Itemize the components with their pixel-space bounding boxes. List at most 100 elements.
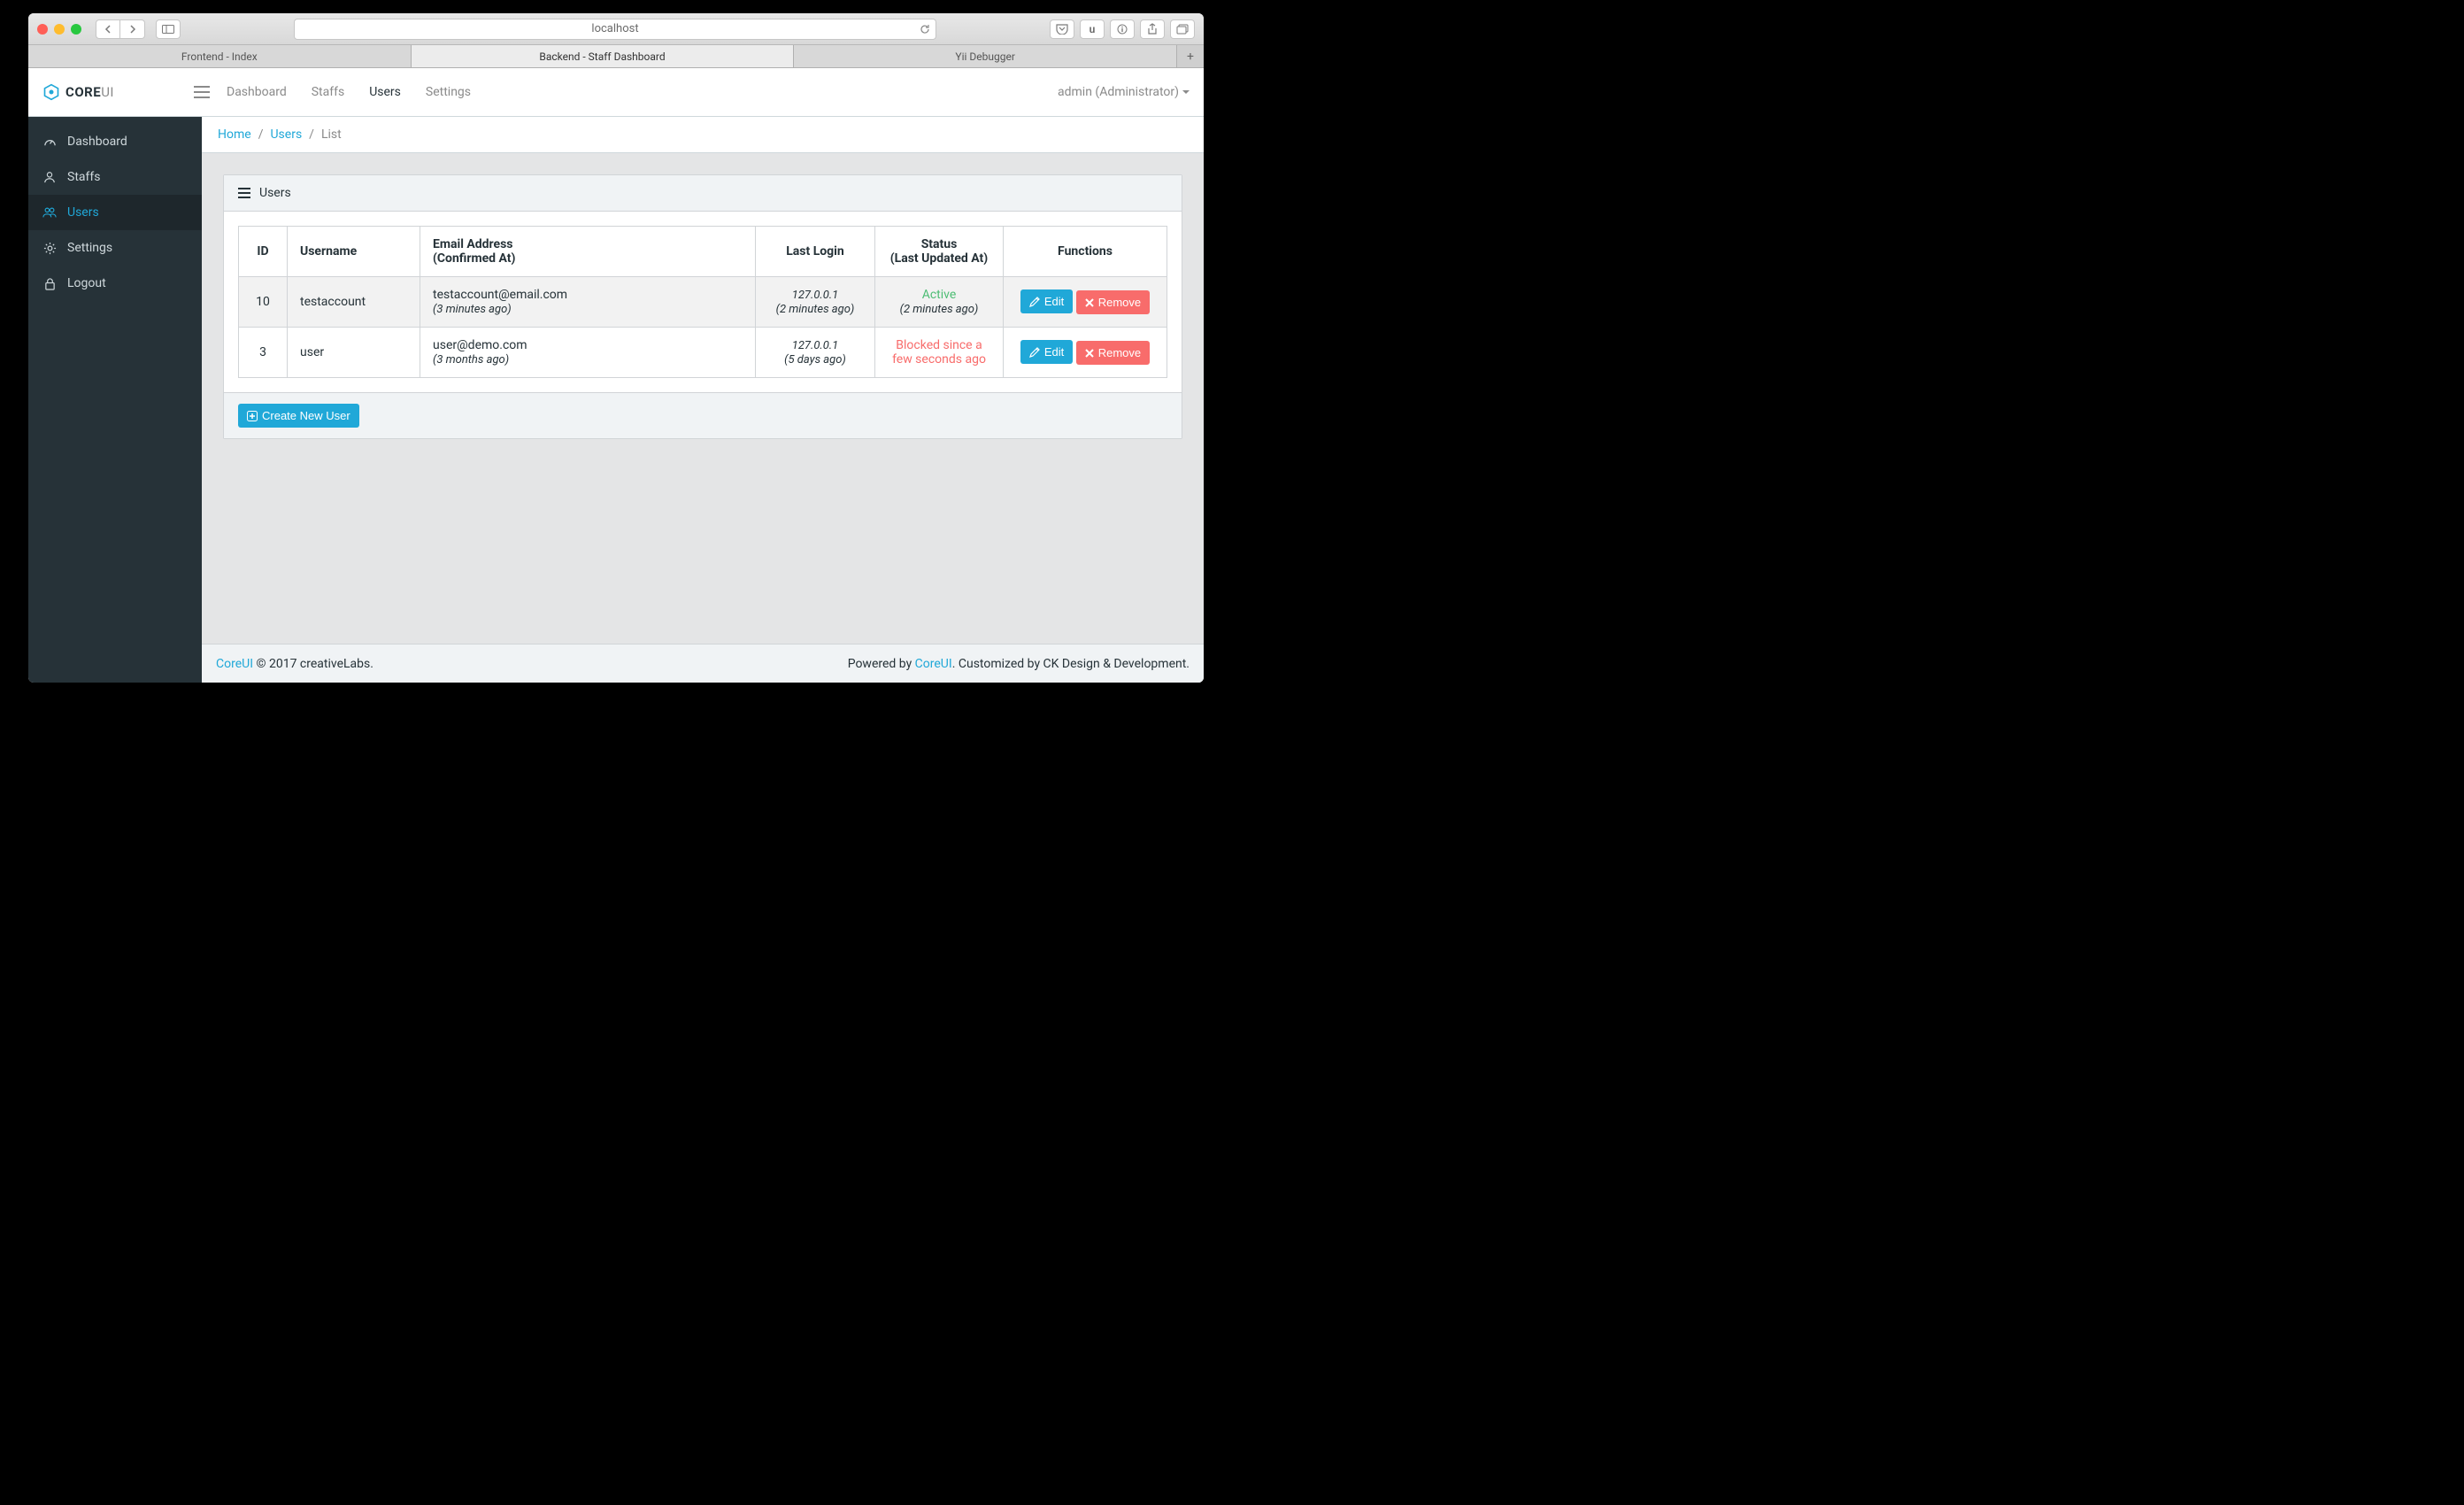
app-header: COREUI Dashboard Staffs Users Settings a… xyxy=(28,68,1204,117)
sidebar-item-staffs[interactable]: Staffs xyxy=(28,159,202,195)
breadcrumb: Home / Users / List xyxy=(202,117,1204,153)
cell-last-login: 127.0.0.1(2 minutes ago) xyxy=(756,277,875,328)
sidebar-item-users[interactable]: Users xyxy=(28,195,202,230)
refresh-icon[interactable] xyxy=(920,24,930,35)
edit-button[interactable]: Edit xyxy=(1020,289,1073,313)
cell-username: testaccount xyxy=(288,277,420,328)
top-nav: Dashboard Staffs Users Settings xyxy=(227,85,471,99)
new-tab-button[interactable]: + xyxy=(1177,45,1204,67)
user-menu[interactable]: admin (Administrator) xyxy=(1058,85,1190,99)
breadcrumb-current: List xyxy=(321,127,342,142)
top-nav-settings[interactable]: Settings xyxy=(426,85,471,99)
pocket-button[interactable] xyxy=(1050,19,1074,39)
sidebar-item-logout[interactable]: Logout xyxy=(28,266,202,301)
chevron-right-icon xyxy=(129,25,136,34)
address-bar[interactable]: localhost xyxy=(294,19,936,40)
nav-buttons xyxy=(96,19,145,39)
plus-square-icon xyxy=(247,411,258,421)
top-nav-dashboard[interactable]: Dashboard xyxy=(227,85,287,99)
browser-window: localhost u Frontend - Index B xyxy=(28,13,1204,683)
share-button[interactable] xyxy=(1140,19,1165,39)
maximize-window-button[interactable] xyxy=(71,24,81,35)
cell-email: user@demo.com(3 months ago) xyxy=(420,328,756,378)
browser-tab-bar: Frontend - Index Backend - Staff Dashboa… xyxy=(28,45,1204,68)
users-table: ID Username Email Address (Confirmed At)… xyxy=(238,226,1167,378)
gear-icon xyxy=(42,242,57,255)
list-icon xyxy=(238,188,250,198)
top-nav-staffs[interactable]: Staffs xyxy=(312,85,344,99)
table-row: 10testaccounttestaccount@email.com(3 min… xyxy=(239,277,1167,328)
app-body: Dashboard Staffs Users Settings xyxy=(28,117,1204,683)
cell-status: Active(2 minutes ago) xyxy=(875,277,1004,328)
tabs-button[interactable] xyxy=(1170,19,1195,39)
sidebar-item-dashboard[interactable]: Dashboard xyxy=(28,124,202,159)
edit-icon xyxy=(1029,347,1040,358)
sidebar-toggle[interactable] xyxy=(184,86,219,98)
caret-down-icon xyxy=(1182,90,1190,95)
cell-functions: Edit Remove xyxy=(1004,328,1167,378)
remove-button[interactable]: Remove xyxy=(1076,290,1150,314)
minimize-window-button[interactable] xyxy=(54,24,65,35)
back-button[interactable] xyxy=(96,19,120,39)
users-card: Users ID Username Email Address (Confi xyxy=(223,174,1182,439)
card-footer: Create New User xyxy=(224,392,1182,438)
sidebar-button[interactable] xyxy=(156,19,181,39)
close-window-button[interactable] xyxy=(37,24,48,35)
brand[interactable]: COREUI xyxy=(42,83,184,101)
footer-powered-link[interactable]: CoreUI xyxy=(915,657,952,671)
create-user-button[interactable]: Create New User xyxy=(238,404,359,428)
close-icon xyxy=(1085,298,1094,307)
breadcrumb-users[interactable]: Users xyxy=(270,127,302,142)
th-username: Username xyxy=(288,227,420,277)
lock-icon xyxy=(42,277,57,290)
main: Home / Users / List Users xyxy=(202,117,1204,683)
browser-tab-frontend[interactable]: Frontend - Index xyxy=(28,45,412,67)
th-functions: Functions xyxy=(1004,227,1167,277)
pocket-icon xyxy=(1056,24,1068,35)
sidebar: Dashboard Staffs Users Settings xyxy=(28,117,202,683)
remove-button[interactable]: Remove xyxy=(1076,341,1150,365)
users-icon xyxy=(42,206,57,219)
tabs-icon xyxy=(1176,24,1189,35)
sidebar-item-settings[interactable]: Settings xyxy=(28,230,202,266)
share-icon xyxy=(1147,23,1158,35)
content: Users ID Username Email Address (Confi xyxy=(202,153,1204,460)
panel-title: Users xyxy=(259,186,291,200)
browser-toolbar: localhost u xyxy=(28,13,1204,45)
close-icon xyxy=(1085,349,1094,358)
forward-button[interactable] xyxy=(120,19,145,39)
address-text: localhost xyxy=(591,22,638,35)
cell-status: Blocked since a few seconds ago xyxy=(875,328,1004,378)
edit-icon xyxy=(1029,297,1040,307)
breadcrumb-home[interactable]: Home xyxy=(218,127,251,142)
browser-tab-debugger[interactable]: Yii Debugger xyxy=(794,45,1177,67)
hamburger-icon xyxy=(194,86,210,98)
info-icon xyxy=(1117,24,1128,35)
top-nav-users[interactable]: Users xyxy=(369,85,401,99)
brand-logo-icon xyxy=(42,83,60,101)
cell-last-login: 127.0.0.1(5 days ago) xyxy=(756,328,875,378)
table-row: 3useruser@demo.com(3 months ago)127.0.0.… xyxy=(239,328,1167,378)
panel-icon xyxy=(162,25,174,34)
cell-email: testaccount@email.com(3 minutes ago) xyxy=(420,277,756,328)
browser-tab-backend[interactable]: Backend - Staff Dashboard xyxy=(412,45,795,67)
ublock-button[interactable]: u xyxy=(1080,19,1105,39)
speedometer-icon xyxy=(42,135,57,149)
window-controls xyxy=(37,24,81,35)
card-body: ID Username Email Address (Confirmed At)… xyxy=(224,212,1182,392)
user-icon xyxy=(42,171,57,183)
info-button[interactable] xyxy=(1110,19,1135,39)
edit-button[interactable]: Edit xyxy=(1020,340,1073,364)
footer-brand-link[interactable]: CoreUI xyxy=(216,657,253,671)
cell-id: 10 xyxy=(239,277,288,328)
card-header: Users xyxy=(224,175,1182,212)
chevron-left-icon xyxy=(104,25,112,34)
th-last-login: Last Login xyxy=(756,227,875,277)
footer: CoreUI © 2017 creativeLabs. Powered by C… xyxy=(202,644,1204,683)
th-id: ID xyxy=(239,227,288,277)
cell-functions: Edit Remove xyxy=(1004,277,1167,328)
th-email: Email Address (Confirmed At) xyxy=(420,227,756,277)
th-status: Status (Last Updated At) xyxy=(875,227,1004,277)
cell-username: user xyxy=(288,328,420,378)
cell-id: 3 xyxy=(239,328,288,378)
